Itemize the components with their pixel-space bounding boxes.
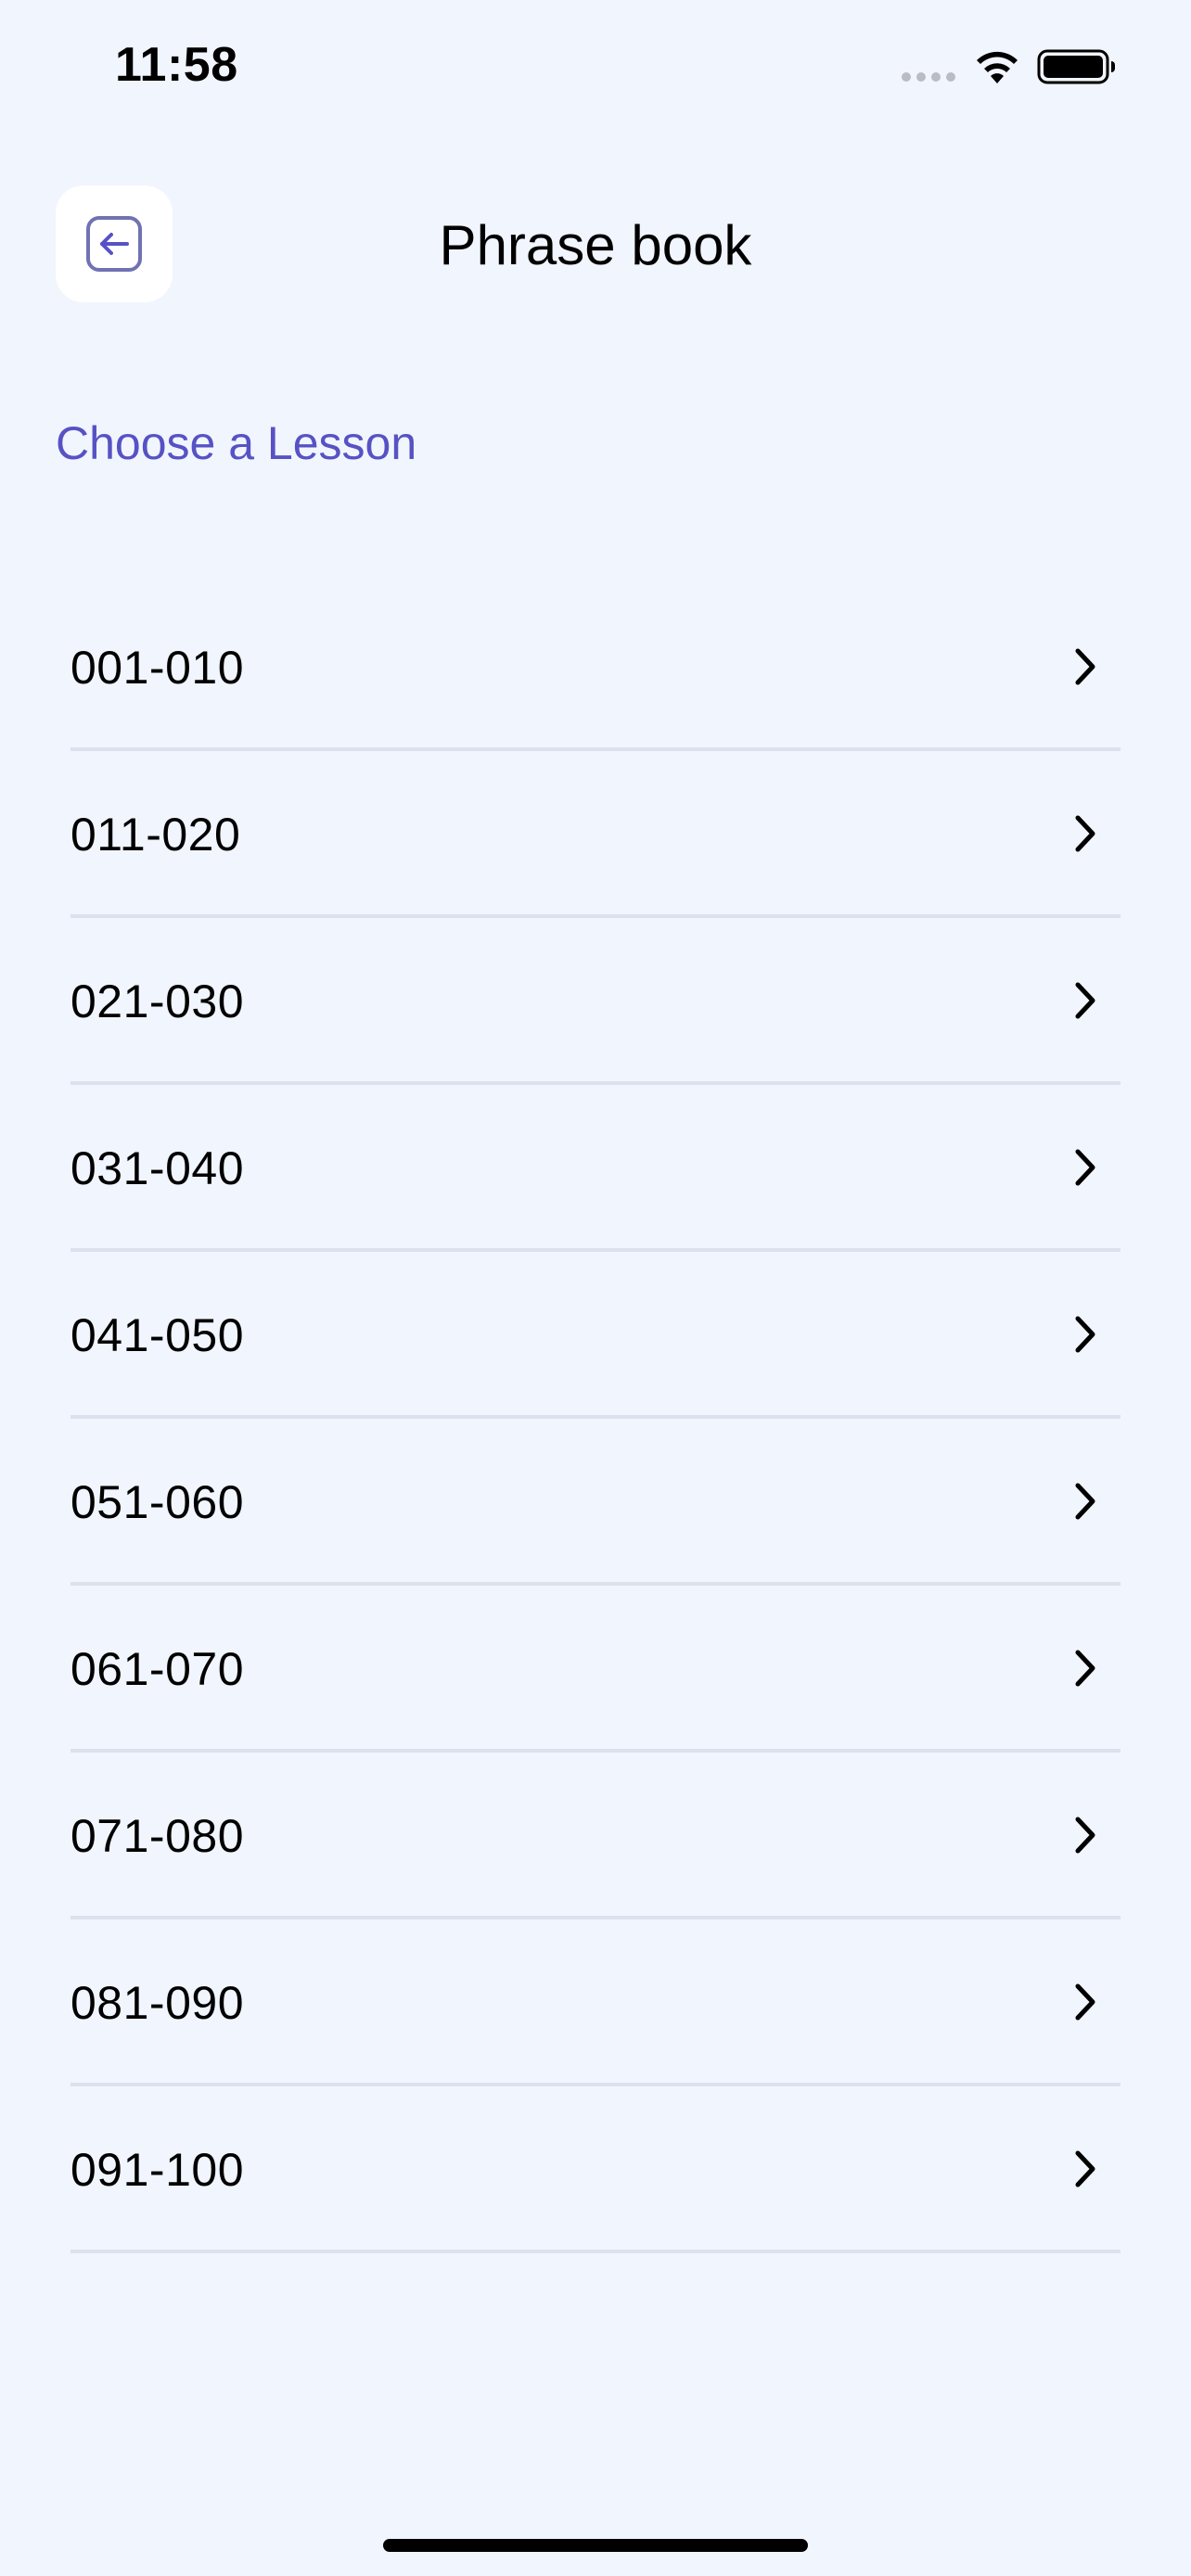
lesson-row[interactable]: 031-040 (70, 1085, 1121, 1252)
chevron-right-icon (1075, 1650, 1095, 1687)
chevron-right-icon (1075, 2150, 1095, 2187)
lesson-row[interactable]: 051-060 (70, 1419, 1121, 1586)
status-time: 11:58 (115, 38, 238, 92)
lesson-label: 001-010 (70, 642, 244, 694)
chevron-right-icon (1075, 1817, 1095, 1854)
chevron-right-icon (1075, 648, 1095, 685)
lesson-row[interactable]: 071-080 (70, 1753, 1121, 1919)
chevron-right-icon (1075, 815, 1095, 852)
chevron-right-icon (1075, 1149, 1095, 1186)
lesson-label: 041-050 (70, 1309, 244, 1361)
lesson-label: 071-080 (70, 1810, 244, 1862)
wifi-icon (977, 51, 1018, 83)
chevron-right-icon (1075, 1483, 1095, 1520)
lesson-row[interactable]: 001-010 (70, 584, 1121, 751)
battery-icon (1037, 49, 1115, 84)
chevron-right-icon (1075, 1316, 1095, 1353)
lesson-label: 051-060 (70, 1476, 244, 1528)
home-indicator[interactable] (383, 2539, 808, 2552)
lesson-label: 091-100 (70, 2144, 244, 2196)
header: Phrase book (0, 185, 1191, 304)
lesson-label: 021-030 (70, 976, 244, 1027)
chevron-right-icon (1075, 1983, 1095, 2021)
lesson-row[interactable]: 011-020 (70, 751, 1121, 918)
lesson-row[interactable]: 041-050 (70, 1252, 1121, 1419)
lesson-label: 061-070 (70, 1643, 244, 1695)
lesson-label: 081-090 (70, 1977, 244, 2029)
lesson-row[interactable]: 061-070 (70, 1586, 1121, 1753)
page-title: Phrase book (439, 214, 752, 276)
lesson-row[interactable]: 091-100 (70, 2086, 1121, 2253)
section-heading: Choose a Lesson (56, 417, 417, 469)
lesson-label: 031-040 (70, 1142, 244, 1194)
chevron-right-icon (1075, 982, 1095, 1019)
status-bar: 11:58 (0, 0, 1191, 139)
lesson-label: 011-020 (70, 809, 241, 861)
lesson-list: 001-010 011-020 021-030 031-040 041-050 … (70, 584, 1121, 2253)
lesson-row[interactable]: 081-090 (70, 1919, 1121, 2086)
cellular-signal-icon (902, 72, 957, 83)
lesson-row[interactable]: 021-030 (70, 918, 1121, 1085)
